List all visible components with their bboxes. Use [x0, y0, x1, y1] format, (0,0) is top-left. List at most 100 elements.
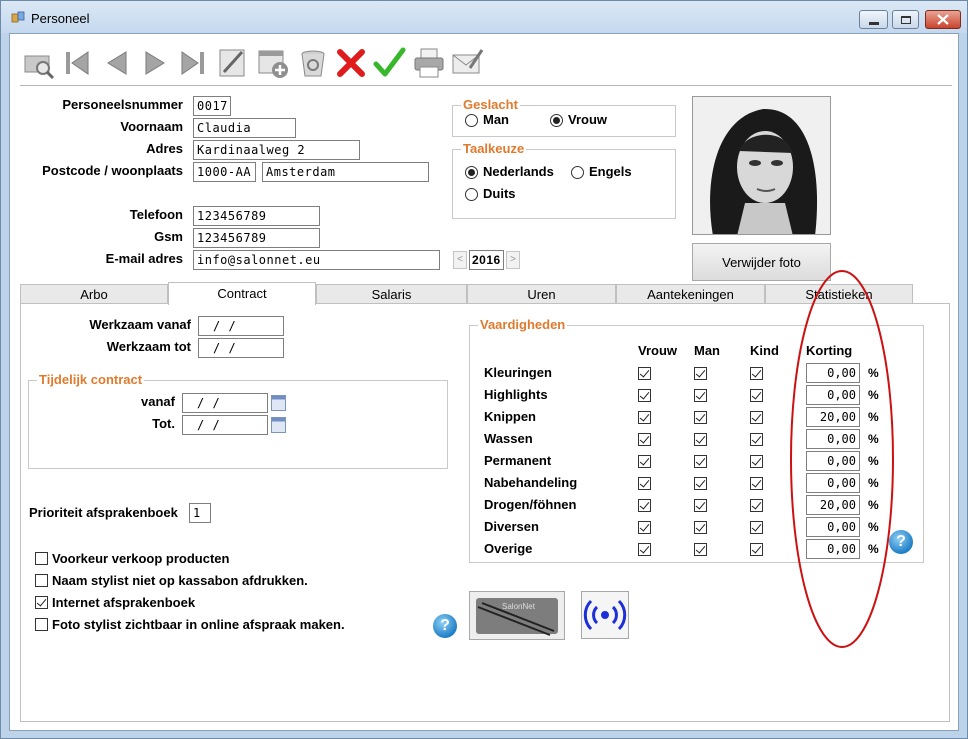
close-button[interactable] — [925, 10, 961, 29]
previous-record-icon[interactable] — [100, 46, 134, 80]
email-label: E-mail adres — [105, 251, 183, 266]
email-field[interactable]: info@salonnet.eu — [193, 250, 440, 270]
add-record-icon[interactable] — [256, 46, 290, 80]
search-icon[interactable] — [22, 46, 56, 80]
skill-vrouw-checkbox[interactable] — [638, 389, 651, 402]
title-bar: Personeel — [1, 1, 967, 33]
skill-kind-checkbox[interactable] — [750, 433, 763, 446]
geslacht-man-radio[interactable] — [465, 114, 478, 127]
skill-kind-checkbox[interactable] — [750, 389, 763, 402]
personeelsnummer-field[interactable]: 0017 — [193, 96, 231, 116]
skill-vrouw-checkbox[interactable] — [638, 367, 651, 380]
salonnet-logo-icon: SalonNet — [476, 597, 558, 636]
skill-kind-checkbox[interactable] — [750, 499, 763, 512]
geslacht-vrouw-radio[interactable] — [550, 114, 563, 127]
voorkeur-verkoop-label: Voorkeur verkoop producten — [52, 551, 230, 566]
skill-man-checkbox[interactable] — [694, 367, 707, 380]
delete-record-icon[interactable] — [296, 46, 330, 80]
skill-kind-checkbox[interactable] — [750, 477, 763, 490]
skill-vrouw-checkbox[interactable] — [638, 433, 651, 446]
minimize-icon — [869, 22, 879, 25]
skill-vrouw-checkbox[interactable] — [638, 411, 651, 424]
taalkeuze-title: Taalkeuze — [461, 141, 527, 156]
gsm-field[interactable]: 123456789 — [193, 228, 320, 248]
taalkeuze-duits-radio[interactable] — [465, 188, 478, 201]
postcode-field[interactable]: 1000-AA — [193, 162, 256, 182]
taalkeuze-duits-label: Duits — [483, 186, 516, 201]
woonplaats-field[interactable]: Amsterdam — [262, 162, 429, 182]
voornaam-label: Voornaam — [120, 119, 183, 134]
calendar-icon[interactable] — [271, 395, 286, 411]
skill-vrouw-checkbox[interactable] — [638, 455, 651, 468]
werkzaam-tot-field[interactable]: / / — [198, 338, 284, 358]
skill-name: Permanent — [484, 453, 552, 468]
voorkeur-verkoop-checkbox[interactable] — [35, 552, 48, 565]
annotation-ellipse — [790, 270, 894, 648]
skill-man-checkbox[interactable] — [694, 455, 707, 468]
geslacht-vrouw-label: Vrouw — [568, 112, 608, 127]
toolbar-separator — [20, 85, 952, 87]
year-field[interactable]: 2016 — [469, 250, 504, 270]
skill-kind-checkbox[interactable] — [750, 521, 763, 534]
tab-salaris[interactable]: Salaris — [316, 284, 467, 304]
skill-name: Knippen — [484, 409, 536, 424]
skill-kind-checkbox[interactable] — [750, 543, 763, 556]
salonnet-logo-text: SalonNet — [502, 602, 536, 611]
help-icon[interactable]: ? — [433, 614, 457, 638]
werkzaam-vanaf-field[interactable]: / / — [198, 316, 284, 336]
next-record-icon[interactable] — [138, 46, 172, 80]
skill-man-checkbox[interactable] — [694, 543, 707, 556]
maximize-button[interactable] — [892, 10, 919, 29]
taalkeuze-nederlands-label: Nederlands — [483, 164, 554, 179]
tab-contract[interactable]: Contract — [168, 282, 316, 305]
wireless-button[interactable] — [581, 591, 629, 639]
skill-vrouw-checkbox[interactable] — [638, 477, 651, 490]
tijdelijk-vanaf-label: vanaf — [141, 394, 175, 409]
first-record-icon[interactable] — [60, 46, 94, 80]
tijdelijk-vanaf-field[interactable]: / / — [182, 393, 268, 413]
skill-name: Overige — [484, 541, 533, 556]
prioriteit-field[interactable]: 1 — [189, 503, 211, 523]
voornaam-field[interactable]: Claudia — [193, 118, 296, 138]
geslacht-title: Geslacht — [461, 97, 520, 112]
adres-field[interactable]: Kardinaalweg 2 — [193, 140, 360, 160]
naam-stylist-kassabon-checkbox[interactable] — [35, 574, 48, 587]
skill-man-checkbox[interactable] — [694, 521, 707, 534]
edit-icon[interactable] — [216, 46, 250, 80]
skill-vrouw-checkbox[interactable] — [638, 543, 651, 556]
last-record-icon[interactable] — [176, 46, 210, 80]
year-next-button[interactable]: > — [506, 251, 520, 269]
tijdelijk-contract-title: Tijdelijk contract — [37, 372, 145, 387]
tab-arbo[interactable]: Arbo — [20, 284, 168, 304]
taalkeuze-engels-radio[interactable] — [571, 166, 584, 179]
internet-afsprakenboek-checkbox[interactable] — [35, 596, 48, 609]
cancel-icon[interactable] — [334, 46, 368, 80]
salonnet-button[interactable]: SalonNet — [469, 591, 565, 640]
print-icon[interactable] — [412, 46, 446, 80]
year-prev-button[interactable]: < — [453, 251, 467, 269]
telefoon-field[interactable]: 123456789 — [193, 206, 320, 226]
portrait-image — [693, 97, 830, 234]
skill-kind-checkbox[interactable] — [750, 455, 763, 468]
skill-kind-checkbox[interactable] — [750, 367, 763, 380]
skill-vrouw-checkbox[interactable] — [638, 499, 651, 512]
tijdelijk-tot-field[interactable]: / / — [182, 415, 268, 435]
skill-kind-checkbox[interactable] — [750, 411, 763, 424]
geslacht-group: Geslacht Man Vrouw — [452, 97, 676, 137]
tab-aantekeningen[interactable]: Aantekeningen — [616, 284, 765, 304]
minimize-button[interactable] — [859, 10, 888, 29]
skill-name: Wassen — [484, 431, 533, 446]
foto-stylist-online-checkbox[interactable] — [35, 618, 48, 631]
skill-man-checkbox[interactable] — [694, 433, 707, 446]
calendar-icon[interactable] — [271, 417, 286, 433]
skill-man-checkbox[interactable] — [694, 411, 707, 424]
tab-uren[interactable]: Uren — [467, 284, 616, 304]
skill-name: Drogen/föhnen — [484, 497, 577, 512]
taalkeuze-nederlands-radio[interactable] — [465, 166, 478, 179]
skill-man-checkbox[interactable] — [694, 389, 707, 402]
skill-man-checkbox[interactable] — [694, 499, 707, 512]
skill-man-checkbox[interactable] — [694, 477, 707, 490]
skill-vrouw-checkbox[interactable] — [638, 521, 651, 534]
email-icon[interactable] — [450, 46, 484, 80]
confirm-icon[interactable] — [372, 46, 406, 80]
